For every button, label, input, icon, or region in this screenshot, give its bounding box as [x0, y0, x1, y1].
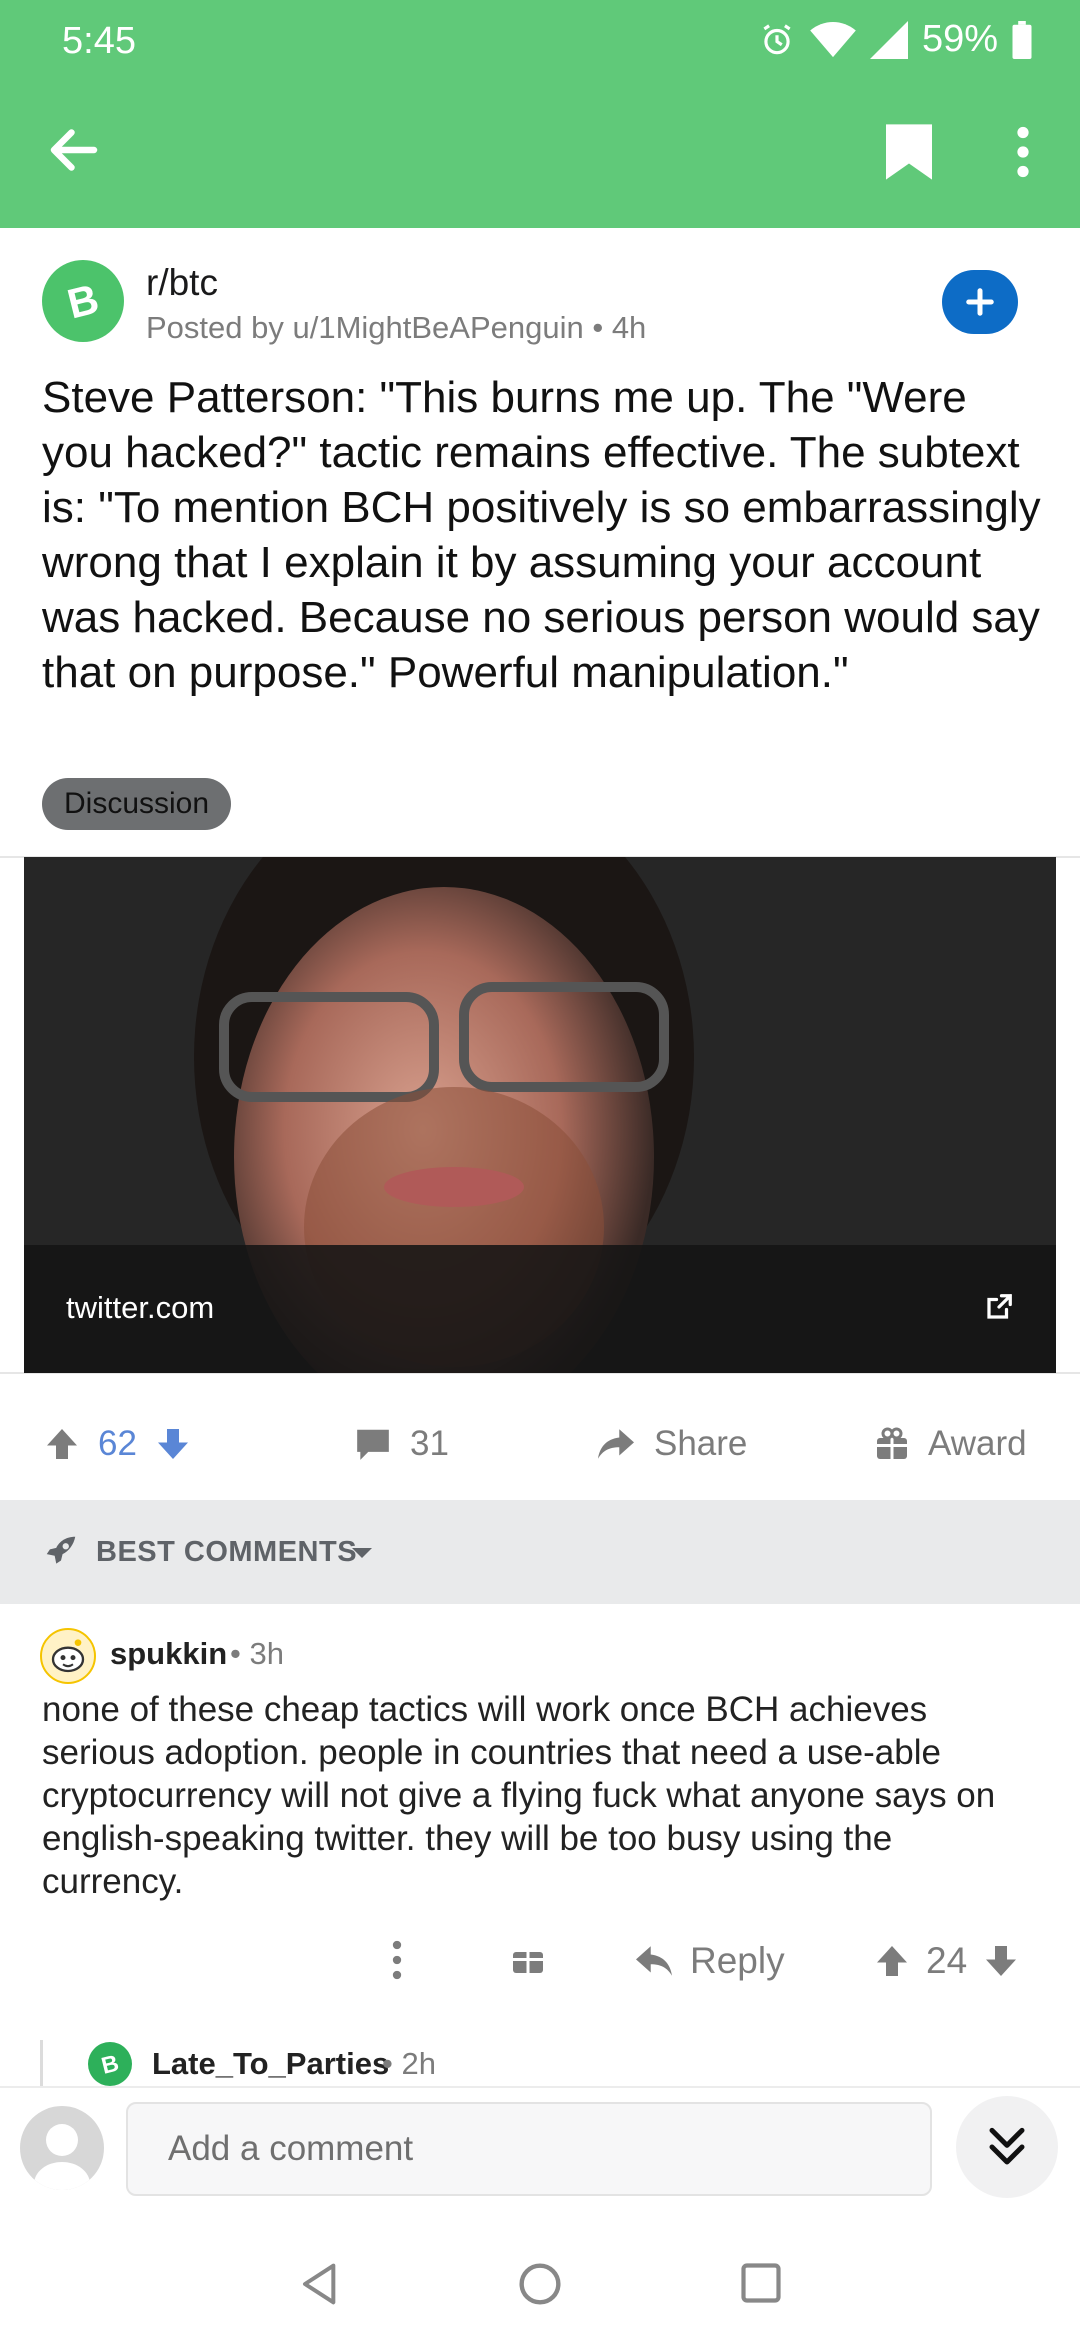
link-domain[interactable]: twitter.com [66, 1290, 214, 1326]
battery-icon [1012, 20, 1032, 59]
comment-avatar[interactable] [40, 1628, 96, 1684]
reply-avatar[interactable]: B [88, 2042, 132, 2086]
share-icon [598, 1429, 634, 1459]
join-button[interactable] [942, 270, 1018, 334]
upvote-icon[interactable] [874, 1943, 910, 1979]
status-time: 5:45 [62, 20, 136, 62]
bitcoin-cash-icon: B [63, 276, 104, 326]
post-flair: Discussion [42, 778, 232, 830]
downvote-icon[interactable] [155, 1426, 191, 1462]
reply-label: Reply [690, 1940, 785, 1981]
status-icons: 59% [758, 18, 1032, 61]
bookmark-icon[interactable] [886, 124, 932, 180]
comment-icon [357, 1429, 389, 1460]
user-icon [34, 2124, 90, 2190]
double-chevron-down-icon [989, 2127, 1025, 2165]
plus-icon [966, 288, 994, 316]
comment-sort-bar[interactable]: BEST COMMENTS [0, 1500, 1080, 1604]
share-label: Share [654, 1424, 748, 1463]
comment-author[interactable]: spukkin [110, 1636, 227, 1672]
comment-more-button[interactable] [392, 1940, 402, 1980]
nav-home-icon[interactable] [518, 2262, 562, 2306]
battery-percent: 59% [921, 18, 998, 60]
alarm-icon [763, 23, 791, 54]
comment-count: 31 [410, 1424, 449, 1463]
signal-icon [869, 20, 908, 59]
award-label: Award [928, 1424, 1027, 1463]
snoo-avatar-icon [51, 1639, 85, 1673]
comments-button[interactable]: 31 [354, 1424, 449, 1464]
gift-icon [513, 1949, 543, 1973]
svg-text:B: B [99, 2050, 122, 2078]
comment-vote-group: 24 [874, 1940, 1019, 1982]
comment-award-button[interactable] [510, 1940, 546, 1976]
back-arrow-icon[interactable] [44, 120, 104, 180]
reply-button[interactable]: Reply [634, 1940, 785, 1982]
nav-recents-icon[interactable] [740, 2262, 782, 2304]
chevron-down-icon [352, 1548, 372, 1558]
app-bar: 5:45 59% [0, 0, 1080, 228]
award-button[interactable]: Award [874, 1424, 1027, 1464]
gift-icon [877, 1427, 907, 1459]
comment-body: none of these cheap tactics will work on… [42, 1690, 996, 1901]
user-avatar[interactable] [20, 2106, 104, 2190]
system-nav-bar [0, 2206, 1080, 2340]
post-score: 62 [98, 1424, 137, 1463]
wifi-icon [810, 21, 856, 57]
more-vert-icon[interactable] [1010, 126, 1036, 178]
more-vert-icon [392, 1940, 402, 1980]
thread-line [40, 2040, 43, 2090]
external-link-icon[interactable] [984, 1292, 1014, 1322]
subreddit-avatar[interactable]: B [42, 260, 124, 342]
subreddit-name[interactable]: r/btc [146, 262, 218, 304]
post-author-meta[interactable]: Posted by u/1MightBeAPenguin • 4h [146, 310, 646, 346]
comment-action-bar: Reply 24 [0, 1932, 1080, 1992]
reply-icon [636, 1946, 672, 1976]
post-title: Steve Patterson: "This burns me up. The … [42, 373, 1041, 697]
comment-meta: • 3h [230, 1636, 284, 1671]
downvote-icon[interactable] [983, 1943, 1019, 1979]
vote-group: 62 [44, 1424, 191, 1464]
comment-input[interactable] [126, 2102, 932, 2196]
rocket-icon [46, 1536, 76, 1564]
reply-author[interactable]: Late_To_Parties [152, 2046, 389, 2082]
status-bar: 5:45 59% [0, 0, 1080, 80]
sort-label: BEST COMMENTS [96, 1536, 358, 1568]
post-action-bar: 62 31 Share Award [0, 1400, 1080, 1496]
collapse-button[interactable] [956, 2096, 1058, 2198]
reply-meta: • 2h [382, 2046, 436, 2081]
upvote-icon[interactable] [44, 1426, 80, 1462]
svg-text:B: B [63, 276, 104, 326]
share-button[interactable]: Share [596, 1424, 747, 1464]
comment-score: 24 [926, 1940, 968, 1981]
nav-back-icon[interactable] [300, 2262, 340, 2306]
bitcoin-cash-icon: B [99, 2050, 122, 2078]
